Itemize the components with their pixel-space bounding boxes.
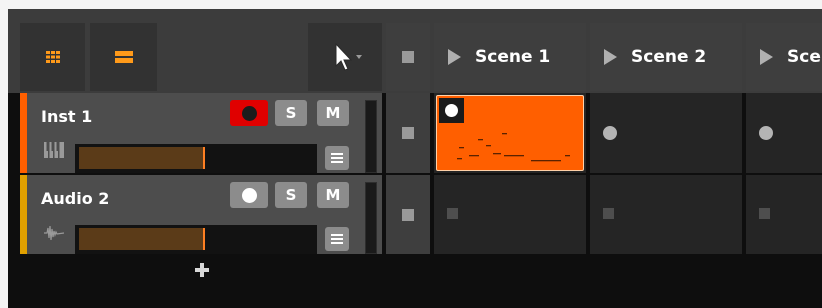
pointer-arrow-icon	[335, 42, 362, 71]
stop-icon	[402, 208, 414, 221]
clip-slot-audio2-scene3[interactable]	[746, 175, 822, 254]
add-track-button[interactable]	[194, 262, 210, 278]
clip-slot-audio2-scene2[interactable]	[590, 175, 742, 254]
plus-icon	[195, 263, 209, 277]
scene-label: Scene 2	[631, 47, 707, 67]
stop-icon	[402, 127, 414, 139]
record-arm-button[interactable]	[230, 100, 268, 126]
track-color-strip	[20, 93, 27, 173]
clip-notes-preview	[457, 133, 570, 162]
track-name[interactable]: Inst 1	[41, 107, 92, 126]
empty-slot-icon	[759, 208, 770, 219]
empty-slot-icon	[447, 208, 458, 219]
scene-label: Sce	[787, 47, 821, 67]
chevron-down-icon	[356, 55, 362, 59]
clip-slot-inst1-scene3[interactable]	[746, 93, 822, 173]
scene-header-3[interactable]: Sce	[746, 23, 822, 91]
track-menu-button[interactable]	[325, 227, 349, 251]
play-scene-icon	[448, 49, 461, 65]
scene-label: Scene 1	[475, 47, 551, 67]
volume-fader-fill	[79, 147, 203, 169]
track-menu-button[interactable]	[325, 146, 349, 170]
empty-slot-icon	[603, 208, 614, 219]
level-meter	[365, 182, 377, 254]
stop-all-clips-header[interactable]	[386, 23, 430, 91]
track-stop-cell[interactable]	[386, 175, 430, 254]
track-header-inst-1[interactable]: Inst 1 S M	[27, 93, 382, 173]
volume-fader-thumb[interactable]	[203, 147, 205, 169]
solo-button[interactable]: S	[275, 100, 307, 126]
track-name[interactable]: Audio 2	[41, 189, 109, 208]
record-slot-icon	[759, 126, 773, 140]
grid-icon	[45, 51, 60, 63]
record-arm-button[interactable]	[230, 182, 268, 208]
mixer-view-button[interactable]	[90, 23, 157, 91]
volume-fader[interactable]	[75, 144, 317, 173]
clip-launcher-panel: Scene 1 Scene 2 Sce Inst 1 S M Audio 2 S…	[8, 9, 822, 308]
volume-fader-fill	[79, 228, 203, 250]
play-scene-icon	[604, 49, 617, 65]
clip-slot-inst1-scene1[interactable]	[434, 93, 586, 173]
grid-view-button[interactable]	[20, 23, 85, 91]
record-slot-icon	[603, 126, 617, 140]
track-stop-cell[interactable]	[386, 93, 430, 173]
scene-header-1[interactable]: Scene 1	[434, 23, 586, 91]
track-color-strip	[20, 175, 27, 254]
volume-fader-thumb[interactable]	[203, 228, 205, 250]
track-header-audio-2[interactable]: Audio 2 S M	[27, 175, 382, 254]
piano-keys-icon	[44, 142, 64, 158]
mixer-icon	[114, 51, 133, 63]
mute-button[interactable]: M	[317, 100, 349, 126]
pointer-tool-button[interactable]	[308, 23, 382, 91]
audio-waveform-icon	[44, 225, 65, 241]
scene-header-2[interactable]: Scene 2	[590, 23, 742, 91]
record-icon	[241, 187, 257, 203]
volume-fader[interactable]	[75, 225, 317, 254]
level-meter	[365, 100, 377, 173]
hamburger-icon	[331, 153, 343, 163]
clip[interactable]	[436, 95, 584, 171]
hamburger-icon	[331, 234, 343, 244]
play-scene-icon	[760, 49, 773, 65]
mute-button[interactable]: M	[317, 182, 349, 208]
solo-button[interactable]: S	[275, 182, 307, 208]
clip-slot-inst1-scene2[interactable]	[590, 93, 742, 173]
clip-slot-audio2-scene1[interactable]	[434, 175, 586, 254]
record-icon	[241, 105, 257, 121]
stop-icon	[402, 51, 414, 63]
